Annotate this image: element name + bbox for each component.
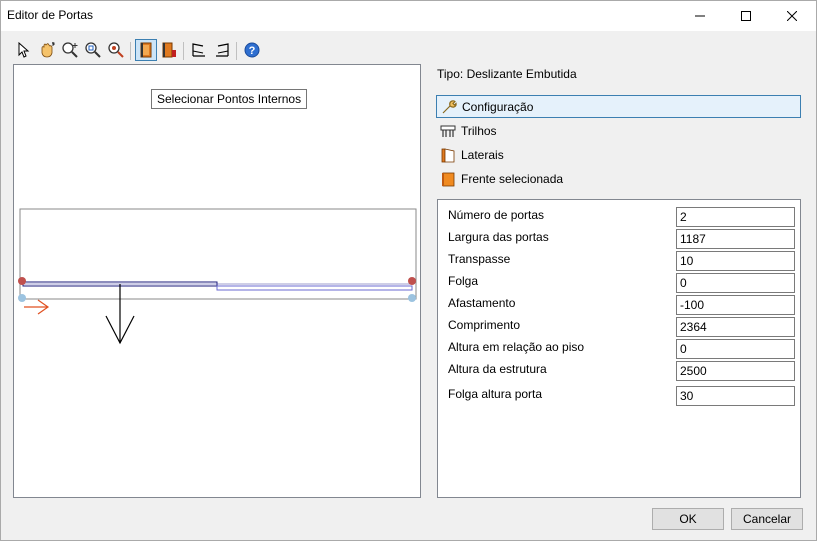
largura-das-portas-input[interactable] <box>676 229 795 249</box>
help-icon: ? <box>244 42 260 58</box>
door-plan-drawing <box>18 208 417 345</box>
door-open-right-icon <box>216 43 229 57</box>
property-label: Afastamento <box>448 296 516 310</box>
orientation-arrow-icon <box>24 299 50 315</box>
toolbar-separator <box>130 42 131 60</box>
tooltip: Selecionar Pontos Internos <box>151 89 308 109</box>
select-internal-points-button[interactable] <box>135 39 157 61</box>
maximize-icon <box>741 11 751 21</box>
zoom-fit-button[interactable] <box>105 39 127 61</box>
door-type-label: Tipo: Deslizante Embutida <box>437 67 577 81</box>
folga-input[interactable] <box>676 273 795 293</box>
minimize-button[interactable] <box>677 1 723 31</box>
property-label: Folga altura porta <box>448 387 543 401</box>
numero-de-portas-input[interactable] <box>676 207 795 227</box>
external-point[interactable] <box>408 294 416 302</box>
zoom-fit-icon <box>108 42 124 58</box>
property-label: Comprimento <box>448 318 521 332</box>
rails-icon <box>439 122 457 140</box>
property-label: Altura em relação ao piso <box>448 340 585 354</box>
pan-button[interactable] <box>36 39 58 61</box>
maximize-button[interactable] <box>723 1 769 31</box>
title-bar: Editor de Portas <box>1 1 816 31</box>
svg-text:?: ? <box>249 45 256 57</box>
select-internal-points-icon <box>140 42 152 58</box>
front-panel-icon <box>439 170 457 188</box>
close-icon <box>787 11 797 21</box>
section-label: Trilhos <box>461 123 497 138</box>
property-label: Folga <box>448 274 479 288</box>
minimize-icon <box>695 15 705 17</box>
door-editor-window: Editor de Portas ? Selecionar Pontos Int… <box>0 0 817 541</box>
window-title: Editor de Portas <box>7 8 94 22</box>
door-frame-button[interactable] <box>158 39 180 61</box>
background-strip <box>0 541 828 547</box>
door-open-left-button[interactable] <box>188 39 210 61</box>
cursor-icon <box>18 42 30 58</box>
zoom-window-icon <box>85 42 101 58</box>
door-panel <box>216 285 413 291</box>
transpasse-input[interactable] <box>676 251 795 271</box>
section-label: Frente selecionada <box>461 171 564 186</box>
comprimento-input[interactable] <box>676 317 795 337</box>
section-label: Configuração <box>462 99 534 114</box>
background-strip <box>817 0 828 547</box>
section-trilhos[interactable]: Trilhos <box>436 119 801 142</box>
altura-piso-input[interactable] <box>676 339 795 359</box>
close-button[interactable] <box>769 1 815 31</box>
internal-point[interactable] <box>408 277 416 285</box>
toolbar-separator <box>236 42 237 60</box>
section-label: Laterais <box>461 147 504 162</box>
external-point[interactable] <box>18 294 26 302</box>
internal-point[interactable] <box>18 277 26 285</box>
property-label: Altura da estrutura <box>448 362 547 376</box>
properties-panel: Número de portas Largura das portas Tran… <box>437 199 801 498</box>
door-frame-icon <box>162 42 176 58</box>
altura-estrutura-input[interactable] <box>676 361 795 381</box>
sides-icon <box>439 146 457 164</box>
pan-hand-icon <box>41 42 55 58</box>
wrench-icon <box>440 98 458 116</box>
help-button[interactable]: ? <box>241 39 263 61</box>
property-label: Transpasse <box>448 252 511 266</box>
section-configuracao[interactable]: Configuração <box>436 95 801 118</box>
afastamento-input[interactable] <box>676 295 795 315</box>
cancel-button[interactable]: Cancelar <box>731 508 803 530</box>
toolbar-separator <box>183 42 184 60</box>
drawing-canvas[interactable] <box>13 64 421 498</box>
property-label: Largura das portas <box>448 230 549 244</box>
section-laterais[interactable]: Laterais <box>436 143 801 166</box>
folga-altura-porta-input[interactable] <box>676 386 795 406</box>
ok-button[interactable]: OK <box>652 508 724 530</box>
property-label: Número de portas <box>448 208 545 222</box>
cursor-button[interactable] <box>13 39 35 61</box>
zoom-in-button[interactable] <box>59 39 81 61</box>
zoom-in-icon <box>62 42 78 58</box>
door-open-right-button[interactable] <box>211 39 233 61</box>
zoom-window-button[interactable] <box>82 39 104 61</box>
door-open-left-icon <box>192 43 205 57</box>
section-frente-selecionada[interactable]: Frente selecionada <box>436 167 801 190</box>
